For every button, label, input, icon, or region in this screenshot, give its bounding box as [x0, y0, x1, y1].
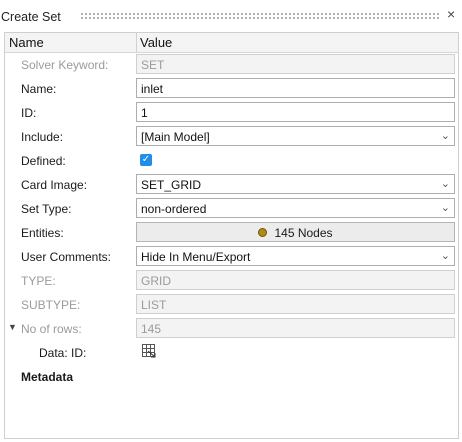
defined-label: Defined: — [21, 154, 66, 168]
column-header-name: Name — [9, 35, 44, 50]
name-label: Name: — [21, 82, 57, 96]
row-solver-keyword: Solver Keyword: SET — [5, 53, 458, 76]
id-label: ID: — [21, 106, 37, 120]
set-type-value: non-ordered — [141, 202, 207, 216]
id-input[interactable]: 1 — [136, 102, 455, 122]
entities-value: 145 Nodes — [274, 226, 333, 240]
window-title: Create Set — [1, 10, 61, 24]
row-subtype: SUBTYPE: LIST — [5, 293, 458, 316]
defined-checkbox[interactable]: ✓ — [140, 154, 152, 166]
subtype-label: SUBTYPE: — [21, 298, 81, 312]
node-dot-icon — [258, 228, 268, 237]
entities-label: Entities: — [21, 226, 64, 240]
solver-keyword-field: SET — [136, 54, 455, 74]
user-comments-select[interactable]: Hide In Menu/Export ⌄ — [136, 246, 455, 266]
card-image-label: Card Image: — [21, 178, 88, 192]
chevron-down-icon[interactable]: ⌄ — [441, 249, 450, 262]
solver-keyword-label: Solver Keyword: — [21, 58, 109, 72]
type-field: GRID — [136, 270, 455, 290]
chevron-down-icon[interactable]: ⌄ — [441, 129, 450, 142]
row-metadata: Metadata — [5, 365, 458, 388]
row-user-comments: User Comments: Hide In Menu/Export ⌄ — [5, 245, 458, 268]
drag-handle[interactable] — [80, 12, 441, 20]
close-icon[interactable]: × — [447, 6, 455, 22]
table-header: Name Value — [5, 33, 458, 53]
no-of-rows-field: 145 — [136, 318, 455, 338]
include-value: [Main Model] — [141, 130, 210, 144]
property-panel: Name Value Solver Keyword: SET Name: inl… — [4, 32, 459, 439]
set-type-label: Set Type: — [21, 202, 72, 216]
set-type-select[interactable]: non-ordered ⌄ — [136, 198, 455, 218]
include-label: Include: — [21, 130, 64, 144]
row-id: ID: 1 — [5, 101, 458, 124]
card-image-value: SET_GRID — [141, 178, 202, 192]
row-set-type: Set Type: non-ordered ⌄ — [5, 197, 458, 220]
type-label: TYPE: — [21, 274, 56, 288]
metadata-heading: Metadata — [21, 370, 74, 384]
no-of-rows-label: No of rows: — [21, 322, 82, 336]
row-name: Name: inlet — [5, 77, 458, 100]
include-select[interactable]: [Main Model] ⌄ — [136, 126, 455, 146]
row-data-id: Data: ID: — [5, 341, 458, 364]
name-input[interactable]: inlet — [136, 78, 455, 98]
chevron-down-icon[interactable]: ⌄ — [441, 177, 450, 190]
card-image-select[interactable]: SET_GRID ⌄ — [136, 174, 455, 194]
column-divider[interactable] — [136, 33, 137, 52]
entities-button[interactable]: 145 Nodes — [136, 222, 455, 242]
collapse-arrow-icon[interactable]: ▼ — [8, 322, 17, 332]
chevron-down-icon[interactable]: ⌄ — [441, 201, 450, 214]
data-id-label: Data: ID: — [39, 346, 87, 360]
table-icon[interactable] — [142, 344, 156, 358]
row-no-of-rows: ▼ No of rows: 145 — [5, 317, 458, 340]
title-bar: Create Set × — [0, 0, 462, 30]
user-comments-value: Hide In Menu/Export — [141, 250, 251, 264]
subtype-field: LIST — [136, 294, 455, 314]
row-include: Include: [Main Model] ⌄ — [5, 125, 458, 148]
row-defined: Defined: ✓ — [5, 149, 458, 172]
row-card-image: Card Image: SET_GRID ⌄ — [5, 173, 458, 196]
row-entities: Entities: 145 Nodes — [5, 221, 458, 244]
user-comments-label: User Comments: — [21, 250, 112, 264]
column-header-value: Value — [140, 35, 173, 50]
row-type: TYPE: GRID — [5, 269, 458, 292]
